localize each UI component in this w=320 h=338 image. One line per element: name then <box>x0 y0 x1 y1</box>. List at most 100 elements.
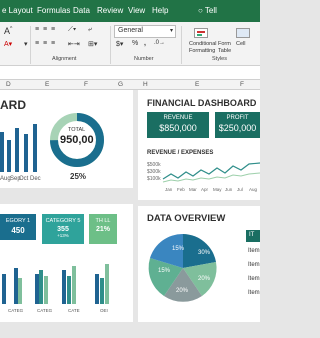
donut-label: TOTAL <box>68 127 86 133</box>
pie-label: 15% <box>172 246 185 252</box>
tab-formulas[interactable]: Formulas <box>37 6 70 15</box>
bar <box>24 134 28 172</box>
tab-data[interactable]: Data <box>73 6 90 15</box>
bar <box>39 270 43 304</box>
tell-me-search[interactable]: ○ Tell <box>198 6 217 15</box>
bar <box>95 274 99 304</box>
column-header-h[interactable]: H <box>143 81 148 88</box>
formatting-label[interactable]: Formatting <box>189 48 215 54</box>
month-label: Dec <box>30 176 41 182</box>
accounting-format-button[interactable]: $▾ <box>116 40 123 48</box>
x-tick: Apr <box>201 187 209 192</box>
bar <box>100 278 104 304</box>
cell-styles-label[interactable]: Cell <box>236 41 245 47</box>
comma-style-button[interactable]: , <box>144 40 146 47</box>
legend-label: IT <box>249 232 255 238</box>
bar <box>35 274 39 304</box>
pie-chart <box>148 233 217 302</box>
bar <box>15 128 19 172</box>
font-size-grow-icon[interactable]: A^ <box>4 26 12 36</box>
alignment-group-label: Alignment <box>52 56 77 62</box>
format-as-label[interactable]: Form <box>218 41 231 47</box>
x-tick: Aug <box>249 187 258 192</box>
column-header-e[interactable]: E <box>45 81 49 88</box>
lightbulb-icon: ○ <box>198 6 203 15</box>
bar <box>2 274 6 304</box>
bar <box>44 276 48 304</box>
conditional-formatting-icon[interactable] <box>194 28 208 38</box>
legend-item: Item <box>248 276 260 282</box>
grouped-bar-chart <box>2 264 109 304</box>
x-tick: Jun <box>225 187 233 192</box>
bar <box>18 278 22 304</box>
cell-styles-icon[interactable] <box>236 28 250 38</box>
percent-style-button[interactable]: % <box>132 40 138 47</box>
bar <box>105 264 109 304</box>
x-tick: CATE <box>68 308 80 313</box>
pie-label: 20% <box>198 276 211 282</box>
column-header-e2[interactable]: E <box>195 81 199 88</box>
conditional-formatting-label[interactable]: Conditional <box>189 41 217 47</box>
bar <box>7 140 11 172</box>
pie-label: 20% <box>176 288 189 294</box>
column-header-row: D E F G H E F <box>0 80 260 90</box>
align-left-icons[interactable]: ≡ ≡ ≡ <box>35 40 56 47</box>
separator <box>30 26 31 64</box>
x-tick: May <box>213 187 222 192</box>
financial-dashboard-card: FINANCIAL DASHBOARD REVENUE $850,000 PRO… <box>138 90 260 200</box>
number-group-label: Number <box>134 56 154 62</box>
x-tick: CATEG <box>8 308 24 313</box>
bar <box>0 132 4 172</box>
format-as-table-label[interactable]: Table <box>218 48 231 54</box>
legend-item: Item <box>248 262 260 268</box>
bar <box>14 268 18 304</box>
legend-item: Item <box>248 248 260 254</box>
category-card: EGORY 1 450 CATEGORY 5 355 +13% TH LL 21… <box>0 204 133 322</box>
wrap-text-icon[interactable]: ⤶ <box>88 26 92 34</box>
data-overview-card: DATA OVERVIEW 15% 30% 15% 20% 20% IT Ite… <box>138 206 260 322</box>
dollar-icon: $ <box>116 41 120 48</box>
donut-value: 950,00 <box>60 134 94 146</box>
bar <box>67 276 71 304</box>
separator <box>181 26 182 64</box>
column-header-d[interactable]: D <box>6 81 11 88</box>
donut-percent: 25% <box>70 172 87 181</box>
ribbon: A^ A▾ ▾ ≡ ≡ ≡ ⟋▾ ≡ ≡ ≡ ⇤⇥ ⤶ ⊞▾ Alignment… <box>0 22 260 66</box>
pie-label: 15% <box>158 268 171 274</box>
pie-label: 30% <box>198 250 211 256</box>
orientation-icon[interactable]: ⟋▾ <box>68 26 76 34</box>
tell-me-label: Tell <box>204 6 217 15</box>
chevron-down-icon: ▾ <box>169 28 173 34</box>
formula-bar[interactable] <box>0 66 260 80</box>
bar <box>33 124 37 172</box>
tab-page-layout[interactable]: e Layout <box>2 6 33 15</box>
revenue-line <box>162 162 260 180</box>
x-tick: Jul <box>237 187 243 192</box>
indent-icon[interactable]: ⇤⇥ <box>68 40 80 48</box>
tab-view[interactable]: View <box>128 6 145 15</box>
number-format-value: General <box>118 27 143 34</box>
bar <box>72 266 76 304</box>
separator <box>110 26 111 64</box>
fill-color-icon[interactable]: ▾ <box>24 40 28 48</box>
legend-item: Item <box>248 290 260 296</box>
dashboard-card-main: ARD TOTAL 950,00 25% Aug Sep Oct Dec <box>0 90 133 188</box>
month-label: Oct <box>19 176 29 182</box>
align-top-icons[interactable]: ≡ ≡ ≡ <box>35 26 56 33</box>
number-format-select[interactable]: General ▾ <box>114 25 176 38</box>
column-header-g[interactable]: G <box>118 81 123 88</box>
merge-center-icon[interactable]: ⊞▾ <box>88 40 97 48</box>
tab-help[interactable]: Help <box>152 6 168 15</box>
font-color-icon[interactable]: A▾ <box>4 40 12 48</box>
x-tick: Jan <box>165 187 173 192</box>
decrease-decimal-icon[interactable]: .0→ <box>154 40 165 46</box>
x-tick: Mar <box>189 187 197 192</box>
x-tick: CATEG <box>37 308 53 313</box>
column-header-f2[interactable]: F <box>240 81 244 88</box>
x-tick: Feb <box>177 187 185 192</box>
x-tick: OEI <box>100 308 108 313</box>
revenue-line-chart <box>162 162 260 183</box>
column-header-f[interactable]: F <box>84 81 88 88</box>
tab-review[interactable]: Review <box>97 6 123 15</box>
bar <box>62 270 66 304</box>
